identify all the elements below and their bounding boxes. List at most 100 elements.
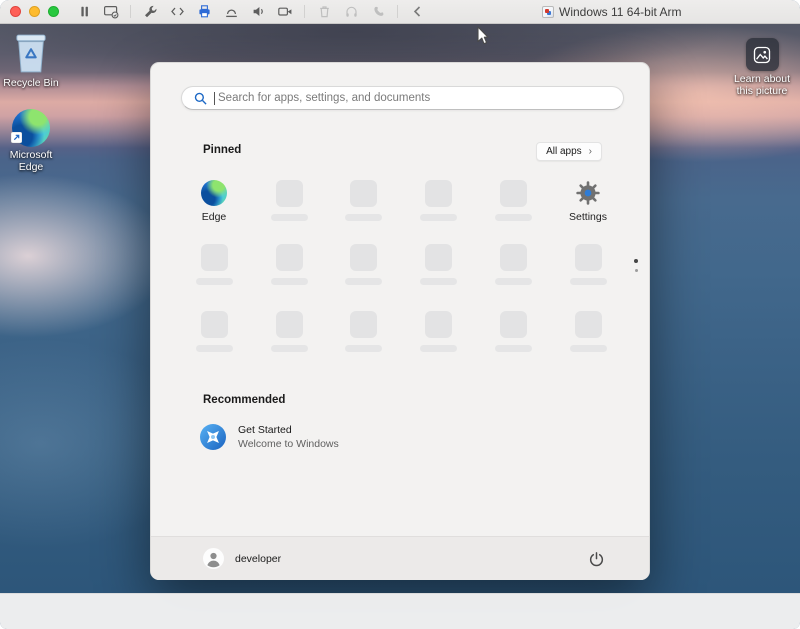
input-capture-icon[interactable] — [223, 4, 239, 20]
start-menu-footer: developer — [151, 536, 649, 580]
placeholder-app-label — [271, 214, 308, 221]
placeholder-app-icon — [500, 180, 527, 207]
placeholder-app-icon — [575, 244, 602, 271]
pinned-placeholder-tile — [257, 244, 321, 285]
video-camera-icon[interactable] — [277, 4, 293, 20]
search-input[interactable] — [216, 87, 616, 109]
settings-gear-icon — [575, 180, 601, 206]
all-apps-label: All apps — [546, 146, 582, 157]
pinned-placeholder-tile — [331, 180, 395, 221]
shortcut-arrow-icon — [11, 130, 22, 148]
placeholder-app-icon — [350, 180, 377, 207]
minimize-button[interactable] — [29, 6, 40, 17]
back-chevron-icon[interactable] — [409, 4, 425, 20]
start-search-box[interactable] — [181, 86, 624, 110]
toolbar-separator — [130, 5, 131, 18]
edge-icon — [201, 180, 227, 206]
placeholder-app-icon — [425, 244, 452, 271]
placeholder-app-label — [570, 278, 607, 285]
all-apps-button[interactable]: All apps › — [536, 142, 602, 161]
search-icon — [194, 92, 207, 105]
volume-icon[interactable] — [250, 4, 266, 20]
placeholder-app-label — [345, 345, 382, 352]
pinned-placeholder-tile — [406, 180, 470, 221]
placeholder-app-icon — [350, 244, 377, 271]
pinned-placeholder-tile — [556, 311, 620, 352]
placeholder-app-icon — [276, 180, 303, 207]
toolbar-separator — [397, 5, 398, 18]
placeholder-app-icon — [575, 311, 602, 338]
vm-window: Windows 11 64-bit Arm Recycle Bin Micros… — [0, 0, 800, 629]
pinned-app-settings[interactable]: Settings — [556, 180, 620, 223]
desktop-icon-recycle-bin[interactable]: Recycle Bin — [2, 31, 60, 89]
placeholder-app-label — [495, 278, 532, 285]
headphones-icon[interactable] — [343, 4, 359, 20]
trash-icon[interactable] — [316, 4, 332, 20]
placeholder-app-icon — [425, 180, 452, 207]
pinned-heading: Pinned — [203, 144, 241, 156]
placeholder-app-label — [271, 278, 308, 285]
zoom-button[interactable] — [48, 6, 59, 17]
pinned-placeholder-tile — [406, 311, 470, 352]
desktop-icon-label: Learn about this picture — [727, 73, 797, 97]
page-dot-active[interactable] — [634, 259, 638, 263]
placeholder-app-label — [196, 345, 233, 352]
pinned-app-edge[interactable]: Edge — [182, 180, 246, 223]
placeholder-app-label — [345, 214, 382, 221]
wrench-icon[interactable] — [142, 4, 158, 20]
pinned-placeholder-tile — [556, 244, 620, 285]
printer-icon[interactable] — [196, 4, 212, 20]
recommended-item-title: Get Started — [238, 424, 339, 436]
pinned-placeholder-tile — [331, 244, 395, 285]
pause-icon[interactable] — [76, 4, 92, 20]
close-button[interactable] — [10, 6, 21, 17]
pinned-placeholder-tile — [257, 311, 321, 352]
placeholder-app-label — [495, 345, 532, 352]
placeholder-app-label — [271, 345, 308, 352]
user-avatar — [203, 548, 224, 569]
power-button[interactable] — [587, 550, 605, 568]
placeholder-app-icon — [500, 311, 527, 338]
picture-info-icon — [746, 38, 779, 71]
placeholder-app-icon — [276, 311, 303, 338]
toolbar-separator — [304, 5, 305, 18]
placeholder-app-icon — [350, 311, 377, 338]
placeholder-app-icon — [425, 311, 452, 338]
placeholder-app-label — [570, 345, 607, 352]
pinned-placeholder-tile — [406, 244, 470, 285]
pinned-placeholder-tile — [331, 311, 395, 352]
recycle-bin-icon — [14, 31, 48, 75]
vm-toolbar — [76, 4, 425, 20]
recommended-item-subtitle: Welcome to Windows — [238, 438, 339, 450]
pinned-placeholder-tile — [182, 311, 246, 352]
pinned-placeholder-tile — [481, 244, 545, 285]
phone-icon[interactable] — [370, 4, 386, 20]
placeholder-app-label — [420, 278, 457, 285]
placeholder-app-label — [345, 278, 382, 285]
placeholder-app-icon — [276, 244, 303, 271]
page-dot[interactable] — [635, 269, 638, 272]
code-icon[interactable] — [169, 4, 185, 20]
user-profile-button[interactable]: developer — [203, 548, 281, 569]
text-caret — [214, 92, 215, 105]
vm-titlebar: Windows 11 64-bit Arm — [0, 0, 800, 24]
get-started-icon — [199, 423, 227, 451]
placeholder-app-icon — [500, 244, 527, 271]
placeholder-app-label — [495, 214, 532, 221]
pinned-app-label: Settings — [569, 211, 607, 223]
desktop-icon-label: Recycle Bin — [3, 77, 58, 89]
placeholder-app-icon — [201, 311, 228, 338]
placeholder-app-icon — [201, 244, 228, 271]
placeholder-app-label — [420, 345, 457, 352]
window-controls — [10, 6, 59, 17]
pinned-page-indicator[interactable] — [634, 259, 638, 272]
recommended-item-get-started[interactable]: Get Started Welcome to Windows — [199, 423, 339, 451]
desktop-icon-microsoft-edge[interactable]: Microsoft Edge — [2, 109, 60, 173]
window-title-group: Windows 11 64-bit Arm — [542, 0, 682, 24]
desktop-icon-learn-about-picture[interactable]: Learn about this picture — [726, 38, 798, 97]
display-snapshot-icon[interactable] — [103, 4, 119, 20]
recommended-heading: Recommended — [203, 394, 285, 406]
pinned-placeholder-tile — [481, 311, 545, 352]
desktop-icon-label: Microsoft Edge — [3, 149, 59, 173]
pinned-placeholder-tile — [481, 180, 545, 221]
